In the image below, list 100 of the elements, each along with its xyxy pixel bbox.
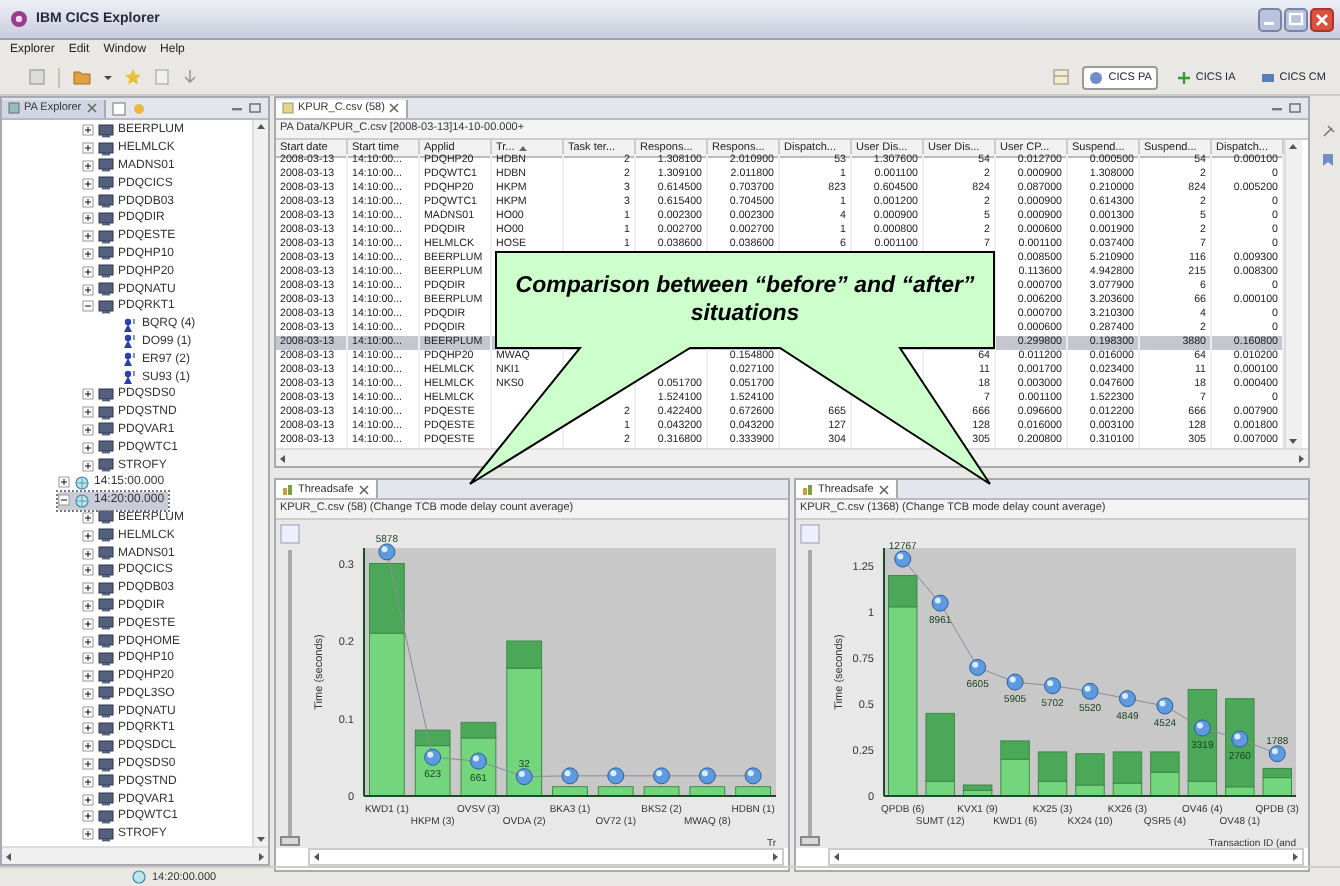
- scroll-arrow-icon[interactable]: [830, 850, 844, 864]
- expand-icon[interactable]: [82, 635, 94, 647]
- expand-icon[interactable]: [82, 564, 94, 577]
- slider-thumb[interactable]: [800, 836, 820, 846]
- expand-icon[interactable]: [82, 283, 94, 296]
- scroll-arrow-icon[interactable]: [2, 849, 16, 863]
- expand-icon[interactable]: [82, 582, 94, 595]
- expand-icon[interactable]: [82, 758, 94, 771]
- horizontal-scrollbar[interactable]: [828, 848, 1304, 866]
- collapse-icon[interactable]: [58, 494, 70, 507]
- globe-icon: [74, 475, 90, 490]
- collapse-icon[interactable]: [82, 300, 94, 313]
- perspective-icon: [1088, 69, 1105, 85]
- star-icon[interactable]: [124, 68, 142, 86]
- slider-thumb[interactable]: [280, 836, 300, 846]
- expand-icon[interactable]: [82, 775, 94, 788]
- globe-icon: [74, 493, 90, 508]
- expand-icon[interactable]: [82, 705, 94, 718]
- expand-icon[interactable]: [82, 652, 94, 665]
- close-icon[interactable]: [357, 483, 370, 495]
- expand-icon[interactable]: [82, 247, 94, 260]
- table-icon: [282, 102, 294, 114]
- monitor-icon: [98, 387, 114, 402]
- monitor-icon: [98, 634, 114, 648]
- close-icon[interactable]: [388, 102, 401, 114]
- app-icon: [10, 10, 28, 28]
- expand-icon[interactable]: [82, 617, 94, 630]
- expand-icon[interactable]: [82, 124, 94, 137]
- monitor-icon: [98, 440, 114, 455]
- horizontal-scrollbar[interactable]: [276, 448, 1308, 466]
- expand-icon[interactable]: [82, 740, 94, 753]
- data-point-marker: [1044, 677, 1062, 695]
- maximize-icon[interactable]: [248, 102, 262, 114]
- close-icon[interactable]: [85, 102, 98, 114]
- horizontal-scrollbar[interactable]: [2, 846, 268, 864]
- maximize-icon[interactable]: [1288, 102, 1302, 114]
- pin-icon[interactable]: [1319, 124, 1335, 140]
- close-icon[interactable]: [1310, 7, 1334, 31]
- expand-icon[interactable]: [82, 142, 94, 155]
- scroll-arrow-icon[interactable]: [310, 850, 324, 864]
- vertical-slider[interactable]: [280, 550, 300, 846]
- scroll-arrow-icon[interactable]: [254, 120, 268, 134]
- expand-icon[interactable]: [82, 670, 94, 683]
- bar: [1150, 751, 1180, 773]
- expand-icon[interactable]: [82, 529, 94, 542]
- expand-icon[interactable]: [82, 511, 94, 524]
- view-icon: [8, 102, 20, 114]
- bar: [643, 786, 680, 797]
- vertical-slider[interactable]: [800, 550, 820, 846]
- expand-icon[interactable]: [82, 195, 94, 208]
- minimize-icon[interactable]: [230, 102, 244, 114]
- expand-icon[interactable]: [82, 265, 94, 278]
- bar: [597, 786, 634, 797]
- expand-icon[interactable]: [82, 722, 94, 735]
- data-point-marker: [1156, 697, 1174, 715]
- data-point-marker: [1231, 730, 1249, 748]
- scroll-arrow-icon[interactable]: [276, 451, 290, 465]
- expand-icon[interactable]: [82, 547, 94, 560]
- minimize-icon[interactable]: [1270, 102, 1284, 114]
- expand-icon[interactable]: [82, 388, 94, 401]
- vertical-scrollbar[interactable]: [1284, 140, 1302, 448]
- expand-icon[interactable]: [82, 828, 94, 841]
- minimize-icon[interactable]: [1258, 7, 1282, 31]
- expand-icon[interactable]: [82, 212, 94, 225]
- data-point-marker: [744, 767, 762, 785]
- chart-icon: [282, 483, 294, 495]
- close-icon[interactable]: [877, 483, 890, 495]
- monitor-icon: [98, 739, 114, 754]
- scroll-arrow-icon[interactable]: [1288, 850, 1302, 864]
- perspective-icon: [1259, 69, 1276, 85]
- expand-icon[interactable]: [82, 230, 94, 243]
- bar: [689, 786, 726, 797]
- bookmark-icon[interactable]: [1319, 152, 1335, 168]
- expand-icon[interactable]: [82, 687, 94, 700]
- expand-icon[interactable]: [58, 476, 70, 489]
- expand-icon[interactable]: [82, 177, 94, 190]
- expand-icon[interactable]: [82, 459, 94, 472]
- scroll-arrow-icon[interactable]: [1286, 140, 1300, 154]
- data-point-marker: [969, 658, 987, 676]
- scroll-arrow-icon[interactable]: [768, 850, 782, 864]
- expand-icon[interactable]: [82, 793, 94, 806]
- data-point-marker: [561, 767, 579, 785]
- data-point-marker: [607, 767, 625, 785]
- expand-icon[interactable]: [82, 406, 94, 419]
- expand-icon[interactable]: [82, 599, 94, 612]
- vertical-scrollbar[interactable]: [252, 120, 268, 846]
- monitor-icon: [98, 827, 114, 842]
- expand-icon[interactable]: [82, 423, 94, 436]
- maximize-icon[interactable]: [1284, 7, 1308, 31]
- expand-icon[interactable]: [82, 441, 94, 454]
- expand-icon[interactable]: [82, 810, 94, 823]
- expand-icon[interactable]: [82, 159, 94, 172]
- monitor-icon: [98, 616, 114, 631]
- horizontal-scrollbar[interactable]: [308, 848, 784, 866]
- perspective-icon: [1175, 69, 1192, 85]
- bar: [735, 786, 771, 797]
- chart-icon: [802, 483, 814, 495]
- data-point-marker: [698, 767, 716, 785]
- data-point-marker: [1006, 673, 1024, 691]
- monitor-icon: [98, 123, 114, 138]
